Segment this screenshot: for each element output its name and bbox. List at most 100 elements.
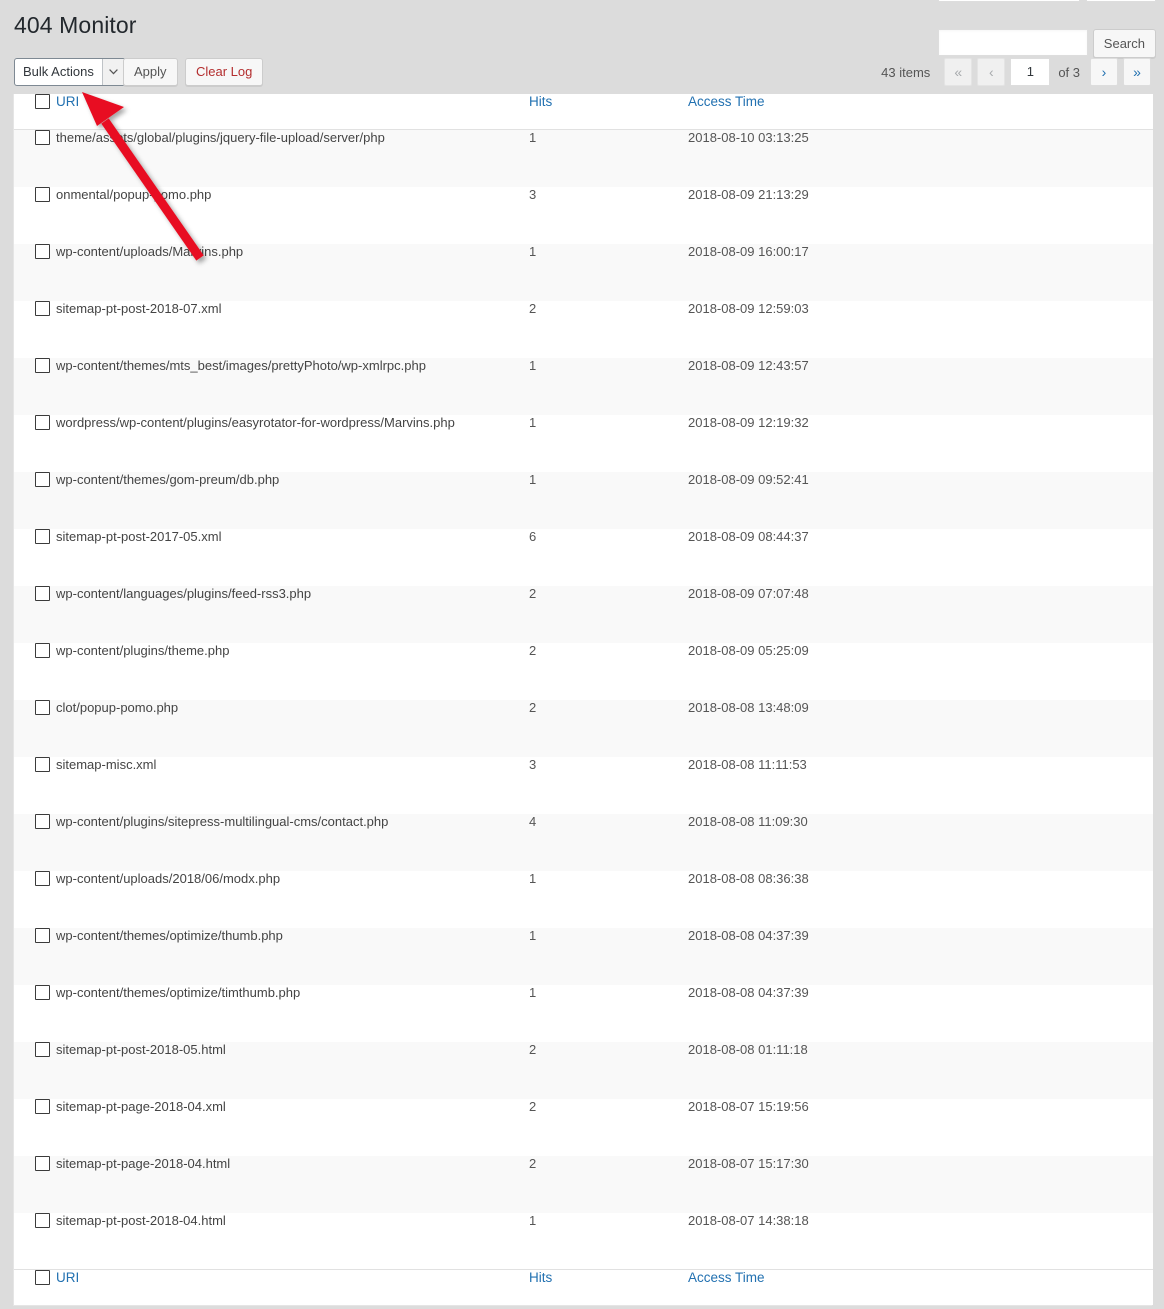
row-checkbox[interactable] — [35, 699, 50, 715]
search-button[interactable]: Search — [1092, 29, 1156, 58]
row-checkbox[interactable] — [35, 1098, 50, 1114]
prev-page-button[interactable]: ‹ — [977, 58, 1006, 86]
table-row: sitemap-pt-page-2018-04.xml 2 2018-08-07 1… — [14, 1098, 1153, 1156]
row-checkbox[interactable] — [35, 642, 50, 658]
table-row: wp-content/uploads/2018/06/modx.php 1 2018… — [14, 870, 1153, 928]
column-footer-access-time[interactable]: Access Time — [688, 1269, 1153, 1305]
table-row: wordpress/wp-content/plugins/easyrotator… — [14, 414, 1153, 472]
table-row: wp-content/languages/plugins/feed-rss3.p… — [14, 585, 1153, 643]
row-checkbox[interactable] — [35, 186, 50, 202]
uri-text: wp-content/uploads/Marvins.php — [56, 243, 244, 259]
table-footer-row: URI Hits Access Time — [14, 1269, 1153, 1305]
sort-uri-link[interactable]: URI — [56, 94, 79, 109]
hits-text: 1 — [529, 130, 537, 145]
table-row: sitemap-pt-post-2018-07.xml 2 2018-08-09 1… — [14, 300, 1153, 358]
hits-text: 2 — [529, 699, 537, 715]
cell-uri: sitemap-misc.xml — [56, 757, 529, 814]
row-checkbox[interactable] — [35, 300, 50, 316]
table-row: onmental/popup-pomo.php 3 2018-08-09 21:13… — [14, 186, 1153, 244]
row-select-cell — [14, 414, 56, 472]
row-select-cell — [14, 243, 56, 301]
uri-text: wp-content/themes/optimize/timthumb.php — [56, 984, 301, 1000]
apply-button[interactable]: Apply — [123, 58, 178, 86]
cell-uri: sitemap-pt-page-2018-04.html — [56, 1156, 529, 1213]
sort-hits-link[interactable]: Hits — [529, 94, 552, 109]
sort-access-time-link-footer[interactable]: Access Time — [688, 1270, 765, 1285]
cell-hits: 1 — [529, 871, 688, 928]
row-checkbox[interactable] — [35, 927, 50, 943]
cell-hits: 3 — [529, 187, 688, 244]
column-header-access-time[interactable]: Access Time — [688, 94, 1153, 130]
row-checkbox[interactable] — [35, 528, 50, 544]
column-footer-uri[interactable]: URI — [56, 1269, 529, 1305]
hits-text: 2 — [529, 1155, 537, 1171]
items-count: 43 items — [881, 64, 931, 80]
hits-text: 1 — [529, 414, 537, 430]
page-title: 404 Monitor — [14, 12, 137, 39]
current-page-input[interactable]: 1 — [1010, 58, 1051, 86]
row-checkbox[interactable] — [35, 984, 50, 1000]
bulk-actions-select[interactable]: Bulk Actions — [14, 58, 126, 86]
last-page-button[interactable]: » — [1123, 58, 1151, 86]
row-checkbox[interactable] — [35, 585, 50, 601]
cell-access-time: 2018-08-09 12:19:32 — [688, 415, 1153, 472]
sort-hits-link-footer[interactable]: Hits — [529, 1270, 552, 1285]
404-log-table: URI Hits Access Time theme/assets/global… — [14, 94, 1153, 1305]
clear-log-button[interactable]: Clear Log — [185, 58, 264, 86]
next-page-button[interactable]: › — [1090, 58, 1118, 86]
access-time-text: 2018-08-10 03:13:25 — [688, 130, 809, 145]
sort-access-time-link[interactable]: Access Time — [688, 94, 765, 109]
table-row: wp-content/plugins/theme.php 2 2018-08-09 … — [14, 642, 1153, 700]
cell-uri: wp-content/themes/mts_best/images/pretty… — [56, 358, 529, 415]
row-checkbox[interactable] — [35, 1212, 50, 1228]
hits-text: 2 — [529, 1041, 537, 1057]
row-checkbox[interactable] — [35, 471, 50, 487]
row-checkbox[interactable] — [35, 130, 50, 145]
access-time-text: 2018-08-09 07:07:48 — [688, 585, 809, 601]
row-checkbox[interactable] — [35, 1155, 50, 1171]
access-time-text: 2018-08-09 05:25:09 — [688, 642, 809, 658]
column-header-hits[interactable]: Hits — [529, 94, 688, 130]
access-time-text: 2018-08-08 13:48:09 — [688, 699, 809, 715]
uri-text: wordpress/wp-content/plugins/easyrotator… — [56, 414, 455, 430]
row-checkbox[interactable] — [35, 414, 50, 430]
row-select-cell — [14, 1155, 56, 1213]
select-all-checkbox-footer[interactable] — [35, 1270, 50, 1285]
cell-access-time: 2018-08-08 04:37:39 — [688, 985, 1153, 1042]
row-select-cell — [14, 756, 56, 814]
row-checkbox[interactable] — [35, 357, 50, 373]
table-row: wp-content/themes/optimize/timthumb.php 1… — [14, 984, 1153, 1042]
column-footer-hits[interactable]: Hits — [529, 1269, 688, 1305]
top-cutoff-button[interactable] — [1086, 0, 1156, 2]
row-checkbox[interactable] — [35, 243, 50, 259]
row-checkbox[interactable] — [35, 870, 50, 886]
cell-hits: 1 — [529, 472, 688, 529]
row-select-cell — [14, 813, 56, 871]
cell-uri: theme/assets/global/plugins/jquery-file-… — [56, 130, 529, 187]
row-checkbox[interactable] — [35, 756, 50, 772]
uri-text: wp-content/languages/plugins/feed-rss3.p… — [56, 585, 312, 601]
uri-text: sitemap-pt-post-2018-07.xml — [56, 300, 222, 316]
row-select-cell — [14, 699, 56, 757]
first-page-button[interactable]: « — [944, 58, 973, 86]
sort-uri-link-footer[interactable]: URI — [56, 1270, 79, 1285]
row-select-cell — [14, 927, 56, 985]
cell-access-time: 2018-08-08 01:11:18 — [688, 1042, 1153, 1099]
table-row: sitemap-misc.xml 3 2018-08-08 11:11:53 — [14, 756, 1153, 814]
cell-uri: sitemap-pt-post-2018-07.xml — [56, 301, 529, 358]
column-header-uri[interactable]: URI — [56, 94, 529, 130]
cell-access-time: 2018-08-09 16:00:17 — [688, 244, 1153, 301]
uri-text: onmental/popup-pomo.php — [56, 186, 212, 202]
access-time-text: 2018-08-09 21:13:29 — [688, 186, 809, 202]
search-input[interactable] — [939, 30, 1087, 55]
row-checkbox[interactable] — [35, 813, 50, 829]
row-checkbox[interactable] — [35, 1041, 50, 1057]
row-select-cell — [14, 471, 56, 529]
select-all-checkbox[interactable] — [35, 94, 50, 109]
top-cutoff-field[interactable] — [938, 0, 1080, 2]
bulk-actions-label: Bulk Actions — [23, 64, 94, 79]
cell-access-time: 2018-08-09 12:59:03 — [688, 301, 1153, 358]
total-pages-label: of 3 — [1058, 64, 1080, 80]
hits-text: 1 — [529, 984, 537, 1000]
search-box[interactable] — [938, 29, 1088, 56]
